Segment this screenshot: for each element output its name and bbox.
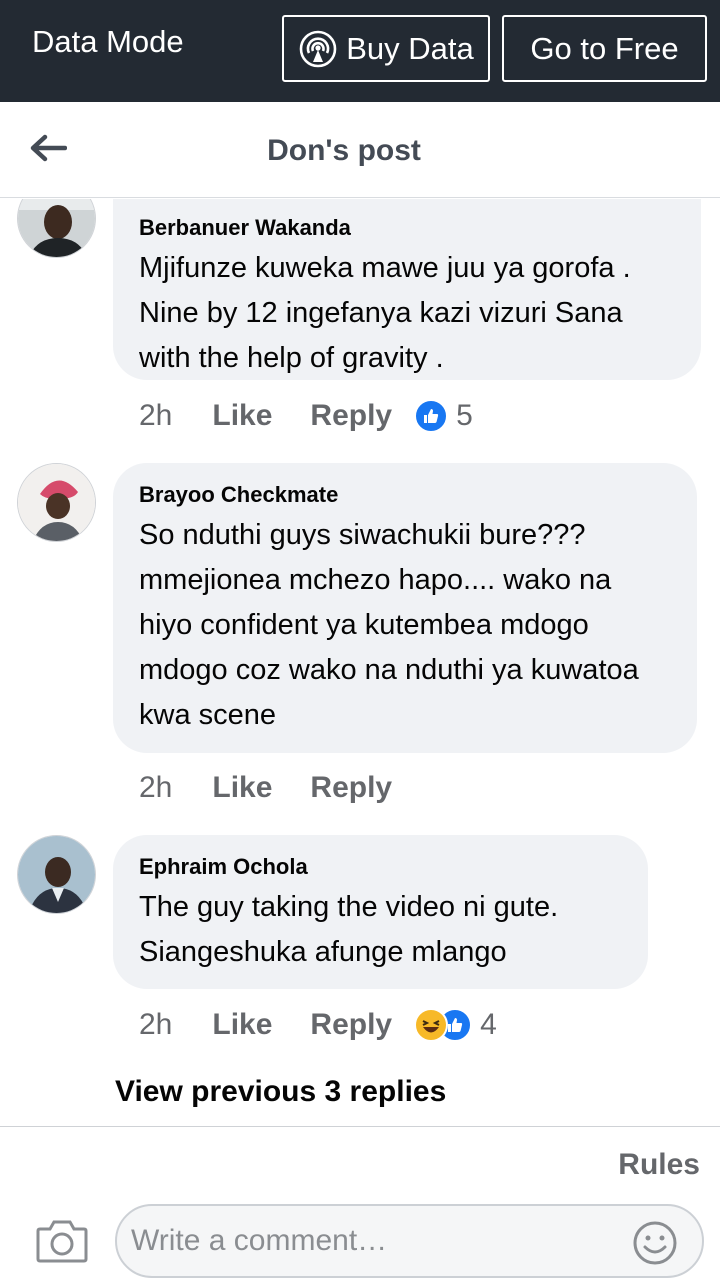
comment-actions: 2h Like Reply (139, 766, 414, 810)
like-button[interactable]: Like (212, 771, 272, 805)
reply-button[interactable]: Reply (310, 1008, 392, 1042)
comment-time[interactable]: 2h (139, 771, 172, 805)
rules-link[interactable]: Rules (618, 1148, 700, 1182)
post-header: Don's post (0, 102, 720, 198)
data-mode-label: Data Mode (32, 24, 184, 59)
camera-icon[interactable] (36, 1217, 88, 1263)
reply-button[interactable]: Reply (310, 771, 392, 805)
like-icon (414, 399, 449, 433)
emoji-icon[interactable] (632, 1220, 678, 1266)
reaction-count: 5 (456, 399, 473, 432)
go-to-free-button[interactable]: Go to Free (502, 15, 707, 82)
comment-bubble[interactable]: Berbanuer Wakanda Mjifunze kuweka mawe j… (113, 199, 701, 380)
comment-text: So nduthi guys siwachukii bure???mmejion… (139, 519, 639, 731)
buy-data-button[interactable]: Buy Data (282, 15, 490, 82)
go-to-free-label: Go to Free (530, 30, 679, 66)
comment-actions: 2h Like Reply 5 (139, 394, 473, 438)
comment-input[interactable] (131, 1216, 621, 1266)
avatar[interactable] (17, 463, 96, 542)
avatar[interactable] (17, 835, 96, 914)
comment-bubble[interactable]: Ephraim Ochola The guy taking the video … (113, 835, 648, 989)
comment-text: The guy taking the video ni gute. Siange… (139, 891, 559, 968)
view-previous-replies-link[interactable]: View previous 3 replies (115, 1075, 446, 1109)
like-button[interactable]: Like (212, 1008, 272, 1042)
reaction-summary[interactable]: 5 (414, 399, 473, 433)
comment-author[interactable]: Brayoo Checkmate (139, 481, 671, 509)
buy-data-label: Buy Data (346, 30, 474, 66)
comment-composer[interactable] (115, 1204, 704, 1278)
avatar[interactable] (17, 199, 96, 258)
comment-actions: 2h Like Reply 4 (139, 1003, 497, 1047)
reply-button[interactable]: Reply (310, 399, 392, 433)
composer-divider (0, 1126, 720, 1127)
reaction-count: 4 (480, 1008, 497, 1041)
reaction-summary[interactable]: 4 (414, 1008, 497, 1042)
haha-icon (414, 1008, 449, 1042)
broadcast-icon (298, 29, 338, 69)
comment-text: Mjifunze kuweka mawe juu ya gorofa . Nin… (139, 252, 631, 374)
comment-time[interactable]: 2h (139, 399, 172, 433)
data-mode-bar: Data Mode Buy Data Go to Free (0, 0, 720, 102)
comment-author[interactable]: Ephraim Ochola (139, 853, 622, 881)
page-title: Don's post (267, 134, 421, 167)
comment-bubble[interactable]: Brayoo Checkmate So nduthi guys siwachuk… (113, 463, 697, 753)
comment-feed[interactable]: Berbanuer Wakanda Mjifunze kuweka mawe j… (0, 199, 720, 1125)
comment-time[interactable]: 2h (139, 1008, 172, 1042)
like-button[interactable]: Like (212, 399, 272, 433)
comment-author[interactable]: Berbanuer Wakanda (139, 214, 675, 242)
